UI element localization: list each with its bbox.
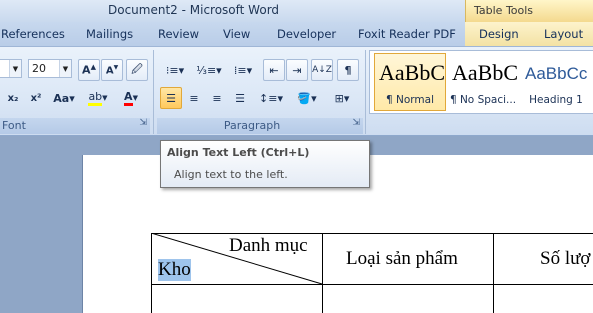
bullets-icon: ⁝≡▾ xyxy=(165,63,185,77)
pilcrow-icon: ¶ xyxy=(344,63,352,77)
borders-button[interactable]: ⊞▾ xyxy=(327,87,357,109)
font-name-combo-tail[interactable]: ▼ xyxy=(0,59,22,78)
multilevel-list-icon: ⁞≡▾ xyxy=(233,63,253,77)
multilevel-list-button[interactable]: ⁞≡▾ xyxy=(228,59,258,81)
tab-design[interactable]: Design xyxy=(479,27,519,41)
align-left-tooltip: Align Text Left (Ctrl+L) Align text to t… xyxy=(160,140,370,188)
subscript-icon: x₂ xyxy=(7,92,19,104)
text-highlight-button[interactable]: ab ▼ xyxy=(83,87,113,109)
dialog-launcher-icon[interactable]: ⇲ xyxy=(352,118,360,128)
paragraph-group-title: Paragraph xyxy=(223,119,281,132)
tab-foxit-reader-pdf[interactable]: Foxit Reader PDF xyxy=(358,27,456,41)
tab-layout[interactable]: Layout xyxy=(544,27,583,41)
style-sample: AaBbCc xyxy=(525,64,588,83)
align-left-icon: ☰ xyxy=(166,91,176,105)
chevron-down-icon: ▼ xyxy=(59,60,71,77)
shrink-font-button[interactable]: A▼ xyxy=(101,59,123,81)
tooltip-description: Align text to the left. xyxy=(174,168,288,181)
change-case-icon: Aa▾ xyxy=(53,91,75,105)
align-right-icon: ≡ xyxy=(212,91,222,105)
style-name: ¶ Normal xyxy=(385,94,434,106)
increase-indent-button[interactable]: ⇥ xyxy=(286,59,308,81)
line-spacing-icon: ↕≡▾ xyxy=(259,91,283,105)
style-sample: AaBbC xyxy=(379,60,445,85)
quick-styles-gallery: AaBbC ¶ Normal AaBbC ¶ No Spaci... AaBbC… xyxy=(369,50,593,114)
sort-icon: A↓Z xyxy=(312,65,332,75)
font-color-icon: A xyxy=(124,90,133,106)
font-group-label: Font ⇲ xyxy=(0,118,150,134)
align-center-icon: ≡ xyxy=(189,91,199,105)
tab-developer[interactable]: Developer xyxy=(277,27,336,41)
border-icon: ⊞▾ xyxy=(334,91,350,105)
style-heading-1[interactable]: AaBbCc Heading 1 xyxy=(520,53,592,111)
numbering-button[interactable]: ⅓≡▾ xyxy=(194,59,224,81)
font-size-combo[interactable]: 20 ▼ xyxy=(28,59,72,78)
group-divider xyxy=(153,50,154,134)
justify-icon: ☰ xyxy=(235,91,245,105)
align-center-button[interactable]: ≡ xyxy=(183,87,205,109)
style-no-spacing[interactable]: AaBbC ¶ No Spaci... xyxy=(447,53,519,111)
line-spacing-button[interactable]: ↕≡▾ xyxy=(256,87,286,109)
style-name: ¶ No Spaci... xyxy=(449,94,517,106)
decrease-indent-button[interactable]: ⇤ xyxy=(263,59,285,81)
subscript-button[interactable]: x₂ xyxy=(2,87,24,109)
shrink-font-icon: A▼ xyxy=(105,63,119,77)
tab-view[interactable]: View xyxy=(223,27,250,41)
header-diagonal-top: Danh mục xyxy=(229,235,308,256)
group-divider xyxy=(365,50,366,134)
style-normal[interactable]: AaBbC ¶ Normal xyxy=(374,53,446,111)
align-left-button[interactable]: ☰ xyxy=(160,87,182,109)
font-group-title: Font xyxy=(2,119,26,132)
tab-mailings[interactable]: Mailings xyxy=(86,27,133,41)
numbering-icon: ⅓≡▾ xyxy=(196,63,222,77)
header-diagonal-bottom: Kho xyxy=(158,259,191,281)
chevron-down-icon: ▼ xyxy=(132,94,138,102)
chevron-down-icon: ▼ xyxy=(102,94,108,102)
justify-button[interactable]: ☰ xyxy=(229,87,251,109)
style-sample: AaBbC xyxy=(452,60,518,85)
grow-font-button[interactable]: A▲ xyxy=(78,59,100,81)
decrease-indent-icon: ⇤ xyxy=(269,63,279,77)
show-formatting-marks-button[interactable]: ¶ xyxy=(337,59,359,81)
header-product-type: Loại sản phẩm xyxy=(346,248,458,269)
clear-formatting-icon: 🖉 xyxy=(131,62,143,76)
tab-references[interactable]: References xyxy=(1,27,65,41)
table-tools-context-header: Table Tools xyxy=(465,0,593,22)
change-case-button[interactable]: Aa▾ xyxy=(50,87,78,109)
table-tools-tabs: Design Layout xyxy=(465,22,593,46)
table-border xyxy=(493,233,494,313)
superscript-button[interactable]: x² xyxy=(25,87,47,109)
document-table[interactable]: Danh mục Kho Loại sản phẩm Số lượ xyxy=(151,233,593,313)
style-name: Heading 1 xyxy=(529,94,583,106)
sort-button[interactable]: A↓Z xyxy=(311,59,333,81)
align-right-button[interactable]: ≡ xyxy=(206,87,228,109)
paint-bucket-icon: 🪣▾ xyxy=(297,91,317,105)
tooltip-title: Align Text Left (Ctrl+L) xyxy=(167,146,310,159)
header-quantity: Số lượ xyxy=(540,248,591,269)
chevron-down-icon: ▼ xyxy=(9,60,21,77)
window-title: Document2 - Microsoft Word xyxy=(108,3,280,17)
superscript-icon: x² xyxy=(30,92,42,104)
clear-formatting-button[interactable]: 🖉 xyxy=(126,59,148,81)
bullets-button[interactable]: ⁝≡▾ xyxy=(160,59,190,81)
font-color-button[interactable]: A ▼ xyxy=(116,87,146,109)
table-tools-label: Table Tools xyxy=(474,4,534,17)
highlighter-icon: ab xyxy=(88,90,103,106)
tab-review[interactable]: Review xyxy=(158,27,199,41)
paragraph-group-label: Paragraph ⇲ xyxy=(157,118,363,134)
increase-indent-icon: ⇥ xyxy=(292,63,302,77)
shading-button[interactable]: 🪣▾ xyxy=(291,87,323,109)
font-size-value: 20 xyxy=(32,62,46,75)
dialog-launcher-icon[interactable]: ⇲ xyxy=(139,118,147,128)
grow-font-icon: A▲ xyxy=(82,63,96,77)
